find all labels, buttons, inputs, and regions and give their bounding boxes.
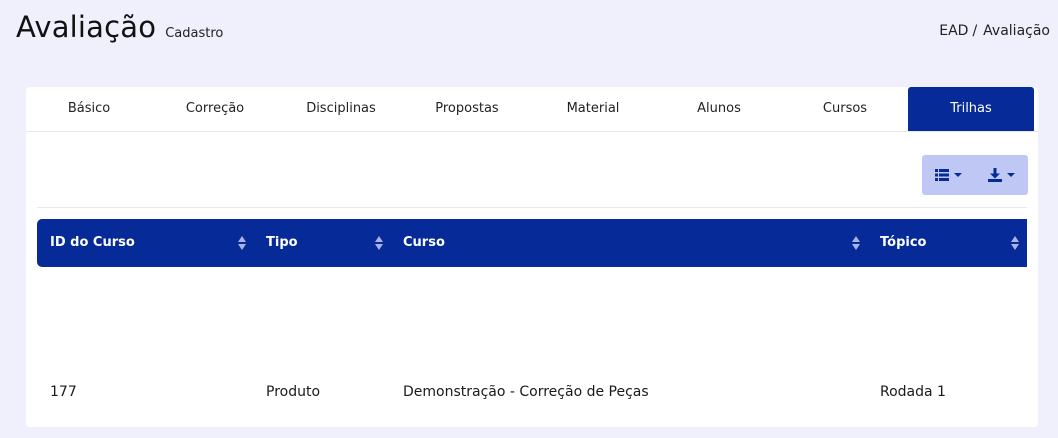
sort-icon[interactable] [238,236,246,250]
cell-curso: Demonstração - Correção de Peças [403,384,649,400]
cell-id-do-curso: 177 [50,384,77,400]
list-icon [935,169,949,181]
tab-cursos[interactable]: Cursos [782,87,908,131]
tab-basico[interactable]: Básico [26,87,152,131]
column-header-topico[interactable]: Tópico [880,219,926,267]
sort-icon[interactable] [375,236,383,250]
cell-topico: Rodada 1 [880,384,946,400]
column-header-curso[interactable]: Curso [403,219,445,267]
tab-trilhas[interactable]: Trilhas [908,87,1034,131]
columns-toggle-button[interactable] [922,155,975,195]
tab-propostas[interactable]: Propostas [404,87,530,131]
tab-disciplinas[interactable]: Disciplinas [278,87,404,131]
column-header-tipo[interactable]: Tipo [266,219,298,267]
data-table: ID do Curso Tipo Curso Tópico 177 Produt… [37,207,1027,438]
table-header: ID do Curso Tipo Curso Tópico [37,219,1027,267]
export-button[interactable] [975,155,1028,195]
page-header: Avaliação Cadastro [16,10,223,44]
breadcrumb: EAD / Avaliação [939,23,1050,39]
table-toolbar [922,155,1028,195]
sort-icon[interactable] [852,236,860,250]
cell-tipo: Produto [266,384,321,400]
column-header-id-do-curso[interactable]: ID do Curso [50,219,135,267]
page-subtitle: Cadastro [165,26,224,41]
tab-material[interactable]: Material [530,87,656,131]
tab-bar: Básico Correção Disciplinas Propostas Ma… [26,87,1038,132]
chevron-down-icon [954,173,962,177]
chevron-down-icon [1007,173,1015,177]
content-card: Básico Correção Disciplinas Propostas Ma… [26,87,1038,427]
breadcrumb-separator: / [972,23,978,39]
tab-alunos[interactable]: Alunos [656,87,782,131]
breadcrumb-item-avaliacao[interactable]: Avaliação [983,23,1050,39]
page-title: Avaliação [16,10,157,44]
sort-icon[interactable] [1011,236,1019,250]
breadcrumb-item-ead[interactable]: EAD [939,23,968,39]
download-icon [988,168,1002,182]
tab-correcao[interactable]: Correção [152,87,278,131]
table-row[interactable]: 177 Produto Demonstração - Correção de P… [37,384,1027,418]
